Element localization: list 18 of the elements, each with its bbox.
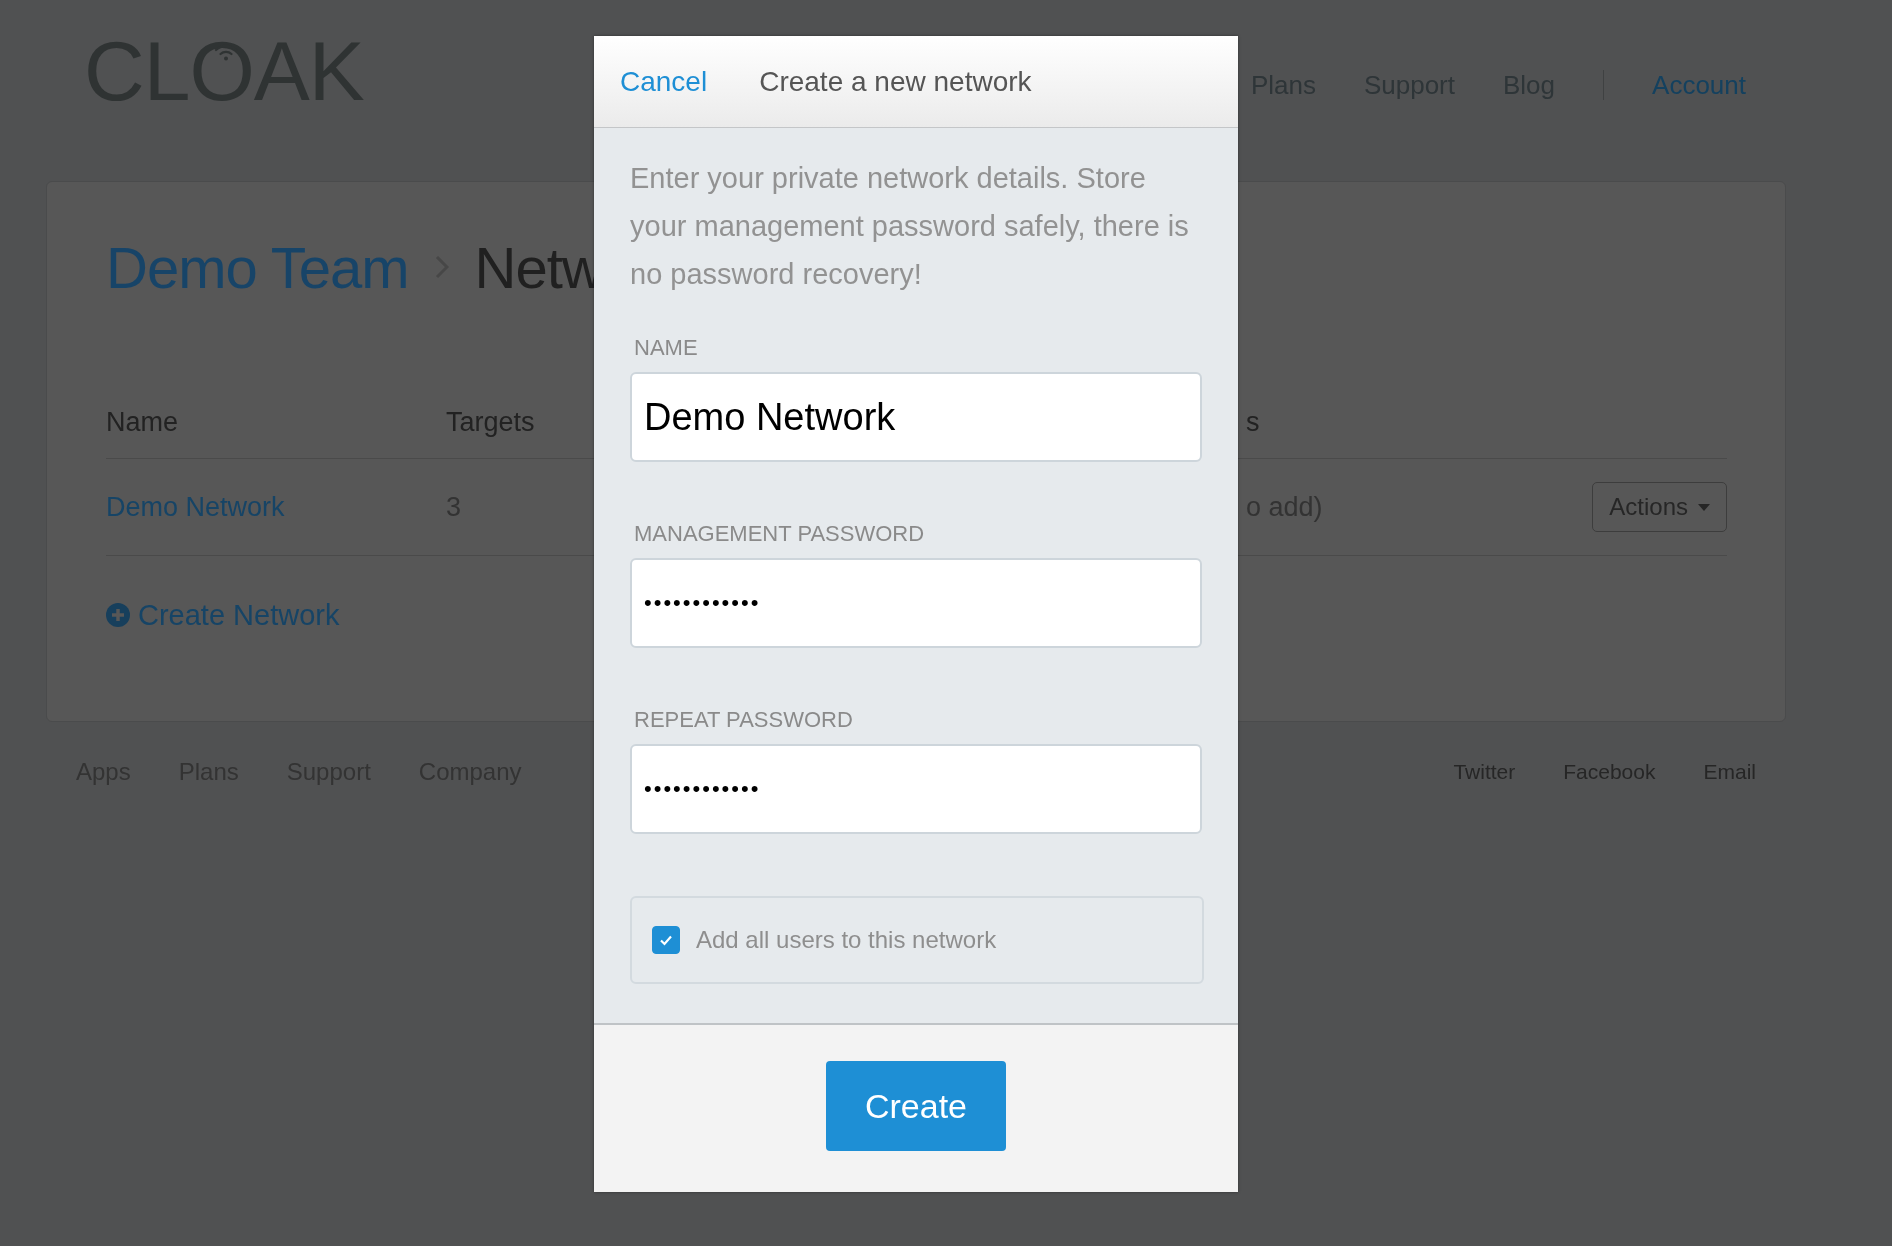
password-field[interactable]: ••••••••••••: [630, 744, 1202, 834]
password-field[interactable]: ••••••••••••: [630, 558, 1202, 648]
modal-title: Create a new network: [759, 65, 1032, 98]
checkbox-label: Add all users to this network: [696, 926, 997, 954]
checkbox[interactable]: [652, 926, 680, 954]
network-link[interactable]: Demo Network: [106, 491, 285, 523]
field-label: REPEAT PASSWORD: [633, 706, 854, 734]
account-link[interactable]: Account: [1652, 69, 1746, 101]
description: Enter your private network details. Store your management password safely, there is no password recovery!: [630, 161, 1190, 292]
breadcrumb-link[interactable]: Demo Team: [106, 233, 409, 301]
input-field[interactable]: Demo Network: [630, 372, 1202, 462]
field-label: NAME: [633, 334, 699, 362]
plus-icon: [106, 603, 130, 627]
cancel-link[interactable]: Cancel: [620, 65, 708, 98]
field-label: MANAGEMENT PASSWORD: [633, 520, 926, 548]
create-network-link[interactable]: Create Network: [138, 598, 340, 632]
caret-icon: [1698, 503, 1710, 511]
create-button[interactable]: Create: [826, 1061, 1006, 1151]
